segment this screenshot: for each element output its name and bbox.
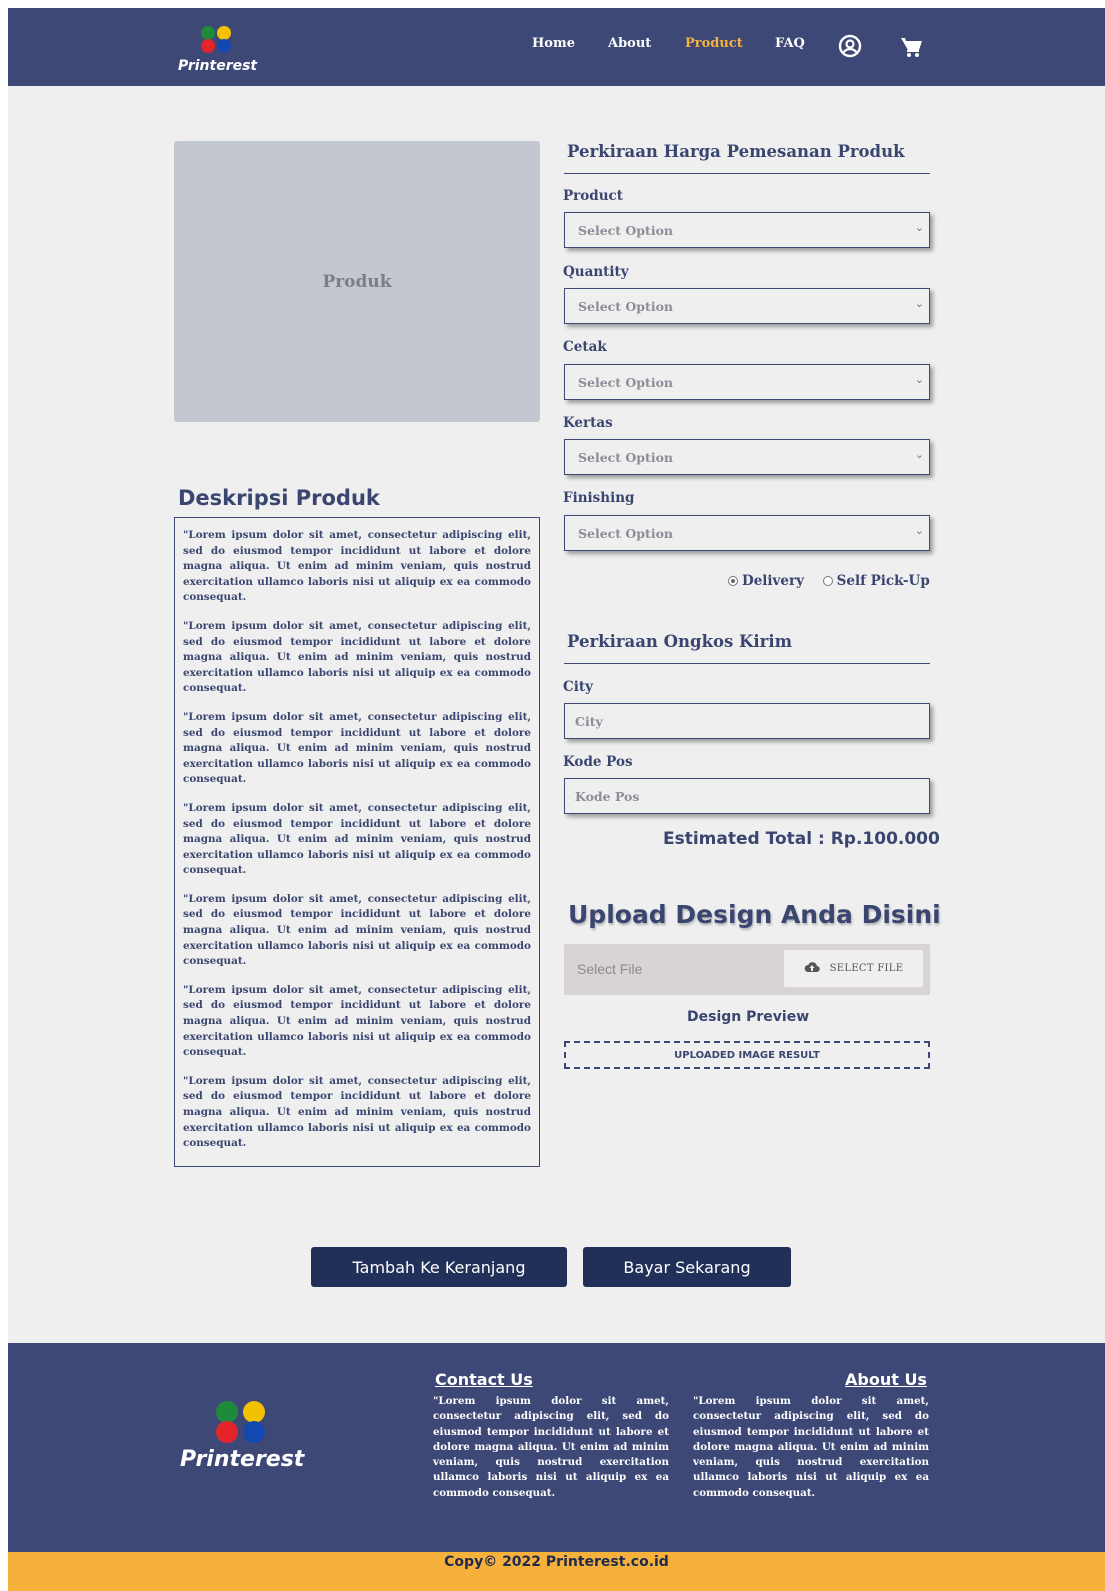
pricing-title: Perkiraan Harga Pemesanan Produk: [567, 142, 905, 161]
kertas-select-value: Select Option: [578, 450, 673, 465]
quantity-label: Quantity: [563, 264, 629, 280]
cetak-select[interactable]: Select Option ⌄: [564, 364, 930, 400]
chevron-down-icon: ⌄: [914, 373, 924, 386]
select-file-label: SELECT FILE: [829, 963, 904, 974]
copyright-bar: Copy© 2022 Printerest.co.id: [8, 1552, 1105, 1591]
postal-code-input-placeholder: Kode Pos: [575, 789, 640, 804]
product-select[interactable]: Select Option ⌄: [564, 212, 930, 248]
self-pickup-radio-label: Self Pick-Up: [836, 573, 930, 589]
page: Printerest Home About Product FAQ Produk…: [8, 8, 1105, 1591]
quantity-select-value: Select Option: [578, 299, 673, 314]
nav-link-product[interactable]: Product: [685, 36, 743, 51]
nav-link-home[interactable]: Home: [532, 36, 575, 51]
finishing-select[interactable]: Select Option ⌄: [564, 515, 930, 551]
kertas-select[interactable]: Select Option ⌄: [564, 439, 930, 475]
product-select-value: Select Option: [578, 223, 673, 238]
footer: Printerest Contact Us "Lorem ipsum dolor…: [8, 1343, 1105, 1552]
file-upload-field[interactable]: Select File SELECT FILE: [564, 944, 930, 995]
description-paragraph: "Lorem ipsum dolor sit amet, consectetur…: [183, 801, 531, 877]
about-us-text: "Lorem ipsum dolor sit amet, consectetur…: [693, 1395, 929, 1499]
estimated-total: Estimated Total : Rp.100.000: [663, 829, 940, 849]
footer-logo[interactable]: Printerest: [180, 1401, 310, 1491]
description-paragraph: "Lorem ipsum dolor sit amet, consectetur…: [183, 1074, 531, 1150]
radio-selected-icon: [728, 576, 738, 586]
design-preview-title: Design Preview: [687, 1009, 810, 1025]
add-to-cart-button[interactable]: Tambah Ke Keranjang: [311, 1247, 567, 1287]
uploaded-image-result: UPLOADED IMAGE RESULT: [564, 1041, 930, 1069]
city-input[interactable]: City: [564, 703, 930, 739]
description-paragraph: "Lorem ipsum dolor sit amet, consectetur…: [183, 892, 531, 968]
quantity-select[interactable]: Select Option ⌄: [564, 288, 930, 324]
description-paragraph: "Lorem ipsum dolor sit amet, consectetur…: [183, 619, 531, 695]
cart-icon[interactable]: [900, 36, 924, 62]
shipping-method-group: Delivery Self Pick-Up: [728, 573, 944, 590]
user-circle-icon[interactable]: [838, 34, 862, 62]
pay-now-button[interactable]: Bayar Sekarang: [583, 1247, 791, 1287]
chevron-down-icon: ⌄: [914, 448, 924, 461]
logo-dots-icon: [201, 26, 235, 56]
footer-brand-name: Printerest: [180, 1447, 305, 1472]
cetak-label: Cetak: [563, 339, 607, 355]
cloud-upload-icon: [804, 961, 820, 976]
chevron-down-icon: ⌄: [914, 221, 924, 234]
radio-unselected-icon: [822, 576, 833, 586]
description-paragraph: "Lorem ipsum dolor sit amet, consectetur…: [183, 529, 531, 604]
product-label: Product: [563, 188, 623, 204]
upload-title: Upload Design Anda Disini: [568, 900, 941, 929]
description-title: Deskripsi Produk: [178, 486, 380, 510]
delivery-radio[interactable]: Delivery: [728, 573, 804, 589]
delivery-radio-label: Delivery: [742, 573, 804, 589]
shipping-divider: [564, 663, 930, 664]
kertas-label: Kertas: [563, 415, 613, 431]
nav-link-about[interactable]: About: [608, 36, 651, 51]
contact-us-heading[interactable]: Contact Us: [435, 1370, 533, 1389]
file-upload-placeholder: Select File: [577, 961, 643, 977]
contact-us-text: "Lorem ipsum dolor sit amet, consectetur…: [433, 1395, 669, 1499]
pricing-divider: [564, 173, 930, 174]
nav-link-faq[interactable]: FAQ: [775, 36, 805, 51]
self-pickup-radio[interactable]: Self Pick-Up: [822, 573, 930, 589]
finishing-select-value: Select Option: [578, 526, 673, 541]
select-file-button[interactable]: SELECT FILE: [784, 950, 923, 987]
brand-logo[interactable]: Printerest: [178, 26, 268, 76]
shipping-title: Perkiraan Ongkos Kirim: [567, 632, 793, 651]
brand-name: Printerest: [178, 58, 258, 74]
about-us-heading[interactable]: About Us: [845, 1370, 927, 1389]
copyright-text: Copy© 2022 Printerest.co.id: [444, 1554, 669, 1570]
uploaded-image-result-label: UPLOADED IMAGE RESULT: [674, 1049, 820, 1061]
product-image-placeholder: Produk: [174, 141, 540, 422]
chevron-down-icon: ⌄: [914, 297, 924, 310]
city-input-placeholder: City: [575, 714, 603, 729]
finishing-label: Finishing: [563, 490, 635, 506]
top-navbar: Printerest Home About Product FAQ: [8, 8, 1105, 86]
postal-code-input[interactable]: Kode Pos: [564, 778, 930, 814]
description-paragraph: "Lorem ipsum dolor sit amet, consectetur…: [183, 983, 531, 1059]
cetak-select-value: Select Option: [578, 375, 673, 390]
city-label: City: [563, 679, 593, 695]
postal-code-label: Kode Pos: [563, 754, 633, 770]
product-image-label: Produk: [322, 271, 392, 292]
chevron-down-icon: ⌄: [914, 524, 924, 537]
description-paragraph: "Lorem ipsum dolor sit amet, consectetur…: [183, 710, 531, 786]
description-box: "Lorem ipsum dolor sit amet, consectetur…: [174, 517, 540, 1167]
